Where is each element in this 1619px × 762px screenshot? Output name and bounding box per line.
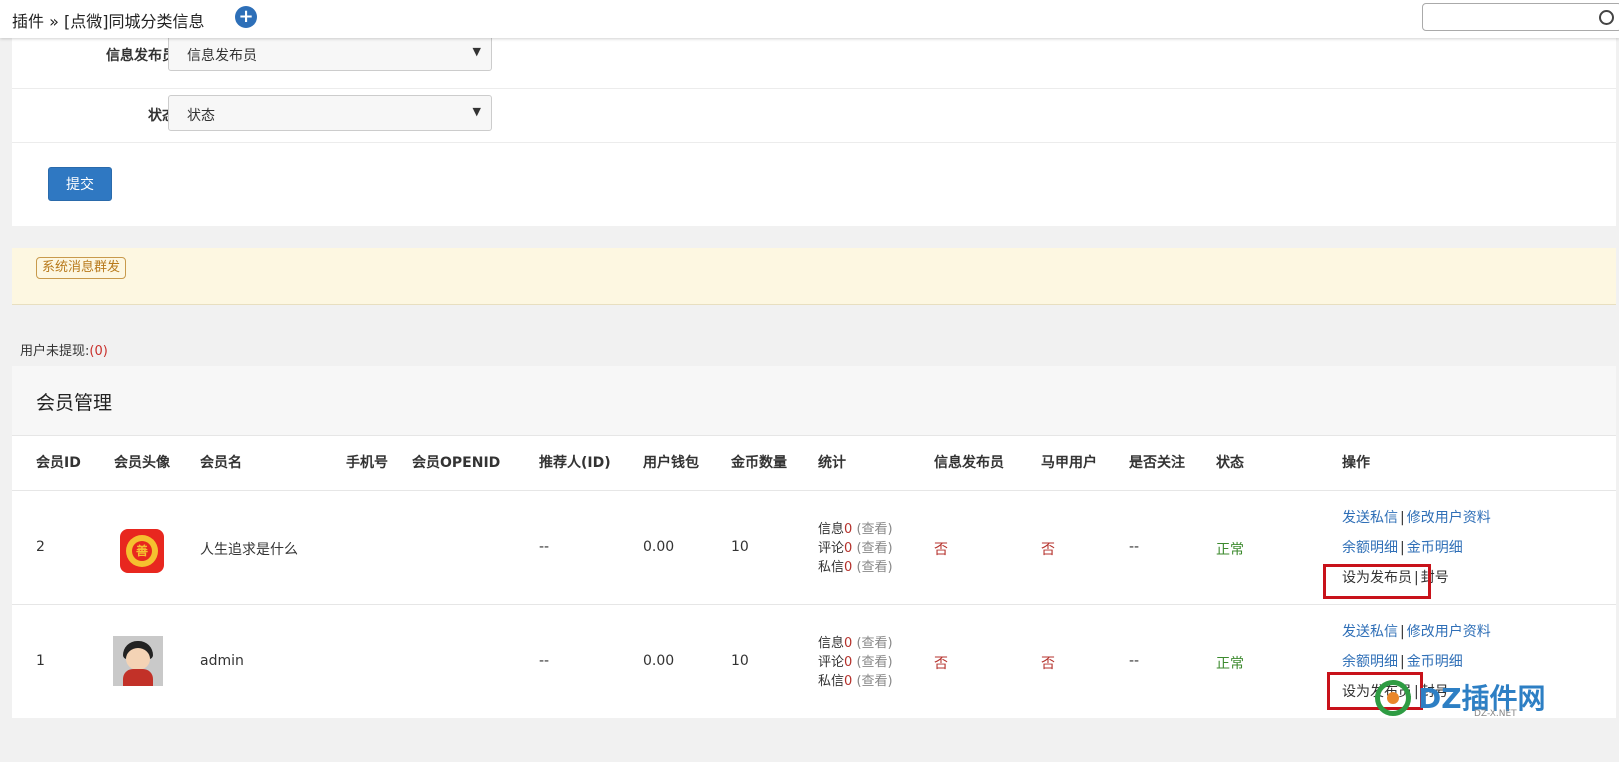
- stats-block: 信息0 (查看) 评论0 (查看) 私信0 (查看): [818, 636, 893, 689]
- status-select[interactable]: 状态 ▼: [168, 95, 492, 131]
- balance-detail-link[interactable]: 余额明细: [1342, 654, 1398, 670]
- col-member-name: 会员名: [200, 455, 242, 471]
- col-referrer: 推荐人(ID): [539, 455, 611, 471]
- col-publisher: 信息发布员: [934, 455, 1004, 471]
- referrer: --: [539, 653, 550, 669]
- vest-flag: 否: [1041, 656, 1055, 672]
- status-row: 状态 状态 ▼: [12, 82, 1616, 143]
- follow-flag: --: [1129, 539, 1140, 555]
- col-status: 状态: [1216, 455, 1244, 471]
- member-name: admin: [200, 653, 244, 669]
- view-comment-link[interactable]: (查看): [856, 655, 892, 670]
- col-coins: 金币数量: [731, 455, 787, 471]
- chevron-down-icon: ▼: [472, 105, 481, 118]
- members-header: 会员管理: [12, 366, 1616, 436]
- filter-form: 信息发布员 信息发布员 ▼ 状态 状态 ▼ 提交: [12, 35, 1616, 226]
- wallet: 0.00: [643, 653, 675, 669]
- edit-user-link[interactable]: 修改用户资料: [1407, 510, 1491, 526]
- coin-detail-link[interactable]: 金币明细: [1407, 540, 1463, 556]
- view-message-link[interactable]: (查看): [856, 560, 892, 575]
- members-panel: 会员管理 会员ID 会员头像 会员名 手机号 会员OPENID 推荐人(ID) …: [12, 366, 1616, 718]
- coins: 10: [731, 653, 749, 669]
- member-id: 2: [36, 539, 45, 555]
- member-name: 人生追求是什么: [200, 542, 298, 558]
- col-wallet: 用户钱包: [643, 455, 699, 471]
- col-member-id: 会员ID: [36, 455, 81, 471]
- status-badge: 正常: [1216, 656, 1244, 672]
- vest-flag: 否: [1041, 542, 1055, 558]
- publisher-select[interactable]: 信息发布员 ▼: [168, 35, 492, 71]
- send-message-link[interactable]: 发送私信: [1342, 624, 1398, 640]
- coins: 10: [731, 539, 749, 555]
- status-badge: 正常: [1216, 542, 1244, 558]
- highlight-box: [1323, 564, 1431, 599]
- publisher-flag: 否: [934, 656, 948, 672]
- view-info-link[interactable]: (查看): [856, 636, 892, 651]
- divider: [12, 490, 1616, 491]
- view-comment-link[interactable]: (查看): [856, 541, 892, 556]
- search-icon: [1599, 10, 1614, 25]
- submit-button[interactable]: 提交: [48, 167, 112, 201]
- referrer: --: [539, 539, 550, 555]
- view-message-link[interactable]: (查看): [856, 674, 892, 689]
- avatar: [113, 636, 163, 686]
- col-follow: 是否关注: [1129, 455, 1185, 471]
- withdraw-status: 用户未提现:(0): [20, 344, 108, 359]
- broadcast-button[interactable]: 系统消息群发: [36, 257, 127, 279]
- stats-block: 信息0 (查看) 评论0 (查看) 私信0 (查看): [818, 522, 893, 575]
- send-message-link[interactable]: 发送私信: [1342, 510, 1398, 526]
- notice-bar: 系统消息群发: [12, 248, 1616, 305]
- col-actions: 操作: [1342, 455, 1370, 471]
- members-title: 会员管理: [36, 392, 113, 414]
- search-input[interactable]: [1422, 3, 1619, 31]
- col-avatar: 会员头像: [114, 455, 170, 471]
- member-id: 1: [36, 653, 45, 669]
- top-bar: 插件 » [点微]同城分类信息 +: [0, 0, 1619, 38]
- watermark-logo-icon: [1375, 680, 1411, 716]
- edit-user-link[interactable]: 修改用户资料: [1407, 624, 1491, 640]
- col-vest: 马甲用户: [1041, 455, 1097, 471]
- coin-detail-link[interactable]: 金币明细: [1407, 654, 1463, 670]
- publisher-flag: 否: [934, 542, 948, 558]
- col-phone: 手机号: [346, 455, 388, 471]
- chevron-down-icon: ▼: [472, 45, 481, 58]
- balance-detail-link[interactable]: 余额明细: [1342, 540, 1398, 556]
- breadcrumb: 插件 » [点微]同城分类信息: [12, 12, 205, 31]
- view-info-link[interactable]: (查看): [856, 522, 892, 537]
- wallet: 0.00: [643, 539, 675, 555]
- col-stats: 统计: [818, 455, 846, 471]
- plus-circle-icon[interactable]: +: [235, 6, 257, 28]
- follow-flag: --: [1129, 653, 1140, 669]
- publisher-label: 信息发布员: [106, 48, 176, 64]
- divider: [12, 604, 1616, 605]
- watermark: DZ插件网 DZ-X.NET: [1370, 675, 1560, 725]
- avatar: 善: [120, 529, 164, 573]
- withdraw-count[interactable]: (0): [89, 344, 107, 359]
- col-openid: 会员OPENID: [412, 455, 501, 471]
